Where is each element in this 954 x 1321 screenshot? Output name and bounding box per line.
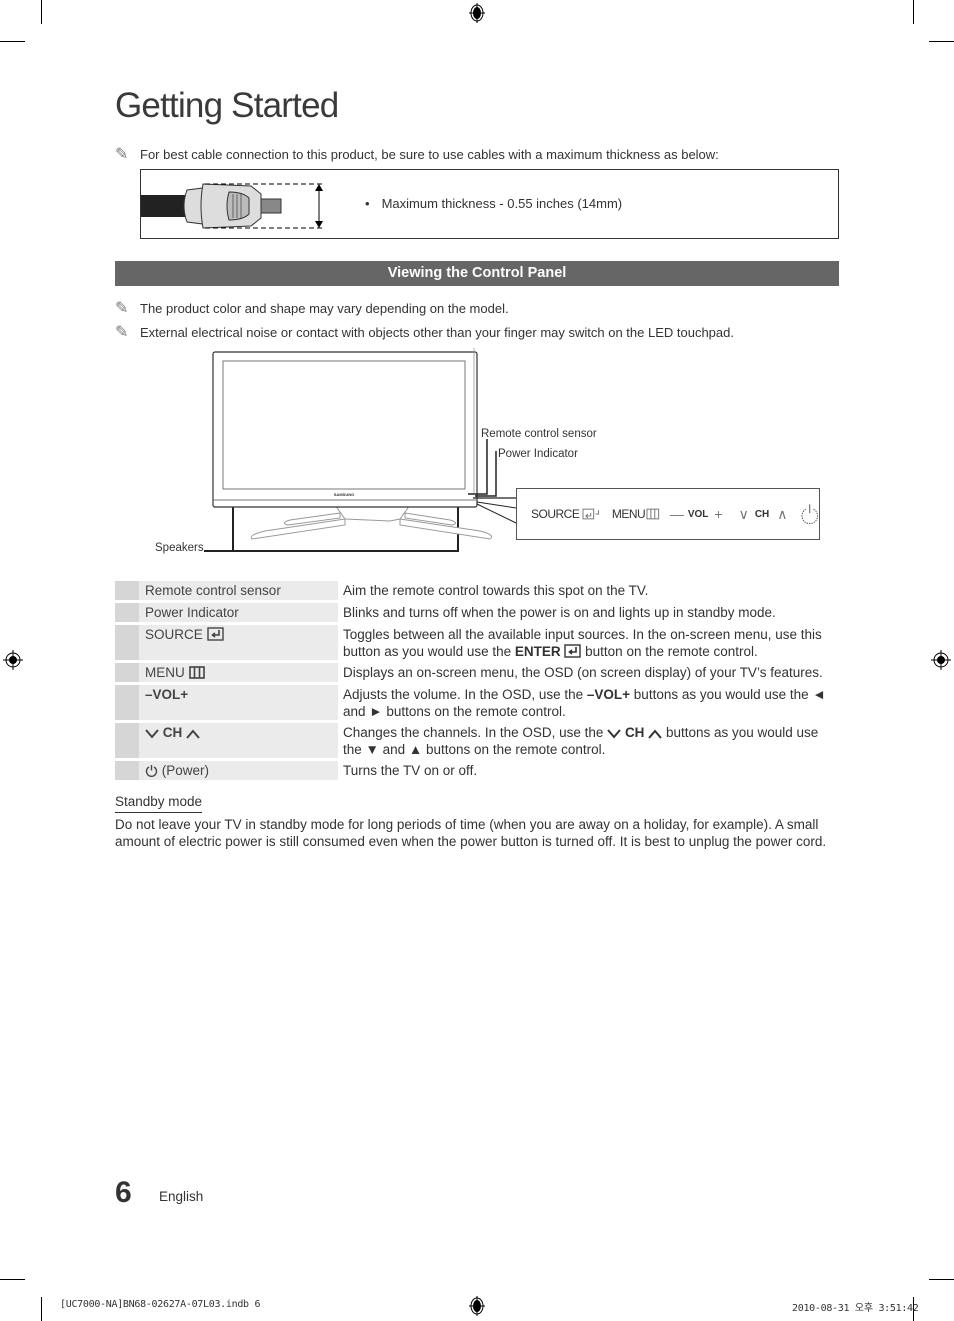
cable-note-text: For best cable connection to this produc… [140, 146, 719, 162]
control-name: MENU [139, 663, 338, 682]
print-slug-timestamp: 2010-08-31 오후 3:51:42 [792, 1303, 919, 1314]
callout-speakers: Speakers [155, 542, 204, 554]
enter-icon [564, 644, 582, 658]
cable-spec: • Maximum thickness - 0.55 inches (14mm) [365, 196, 623, 211]
page-language: English [159, 1189, 204, 1204]
control-desc: Toggles between all the available input … [343, 627, 822, 659]
tv-screen [222, 360, 466, 490]
enter-icon [206, 627, 224, 641]
hdmi-cable-icon [141, 183, 323, 229]
standby-text: Do not leave your TV in standby mode for… [115, 817, 827, 849]
cable-spec-text: Maximum thickness - 0.55 inches (14mm) [381, 196, 623, 211]
panel-menu-label: MENU [611, 507, 646, 521]
power-icon [801, 504, 818, 525]
table-row: –VOL+ Adjusts the volume. In the OSD, us… [115, 685, 839, 720]
note-pencil-icon: ✎ [115, 300, 129, 317]
cable-spec-box: • Maximum thickness - 0.55 inches (14mm) [140, 169, 839, 239]
print-slug-file: [UC7000-NA]BN68-02627A-07L03.indb 6 [60, 1299, 261, 1310]
crop-mark [0, 1279, 25, 1280]
tv-brand-logo: SAMSUNG [334, 492, 354, 497]
ch-down-icon [607, 729, 621, 739]
crop-mark [0, 41, 25, 42]
standby-heading: Standby mode [115, 794, 203, 813]
control-desc: Adjusts the volume. In the OSD, use the … [343, 687, 826, 719]
control-name: Power Indicator [139, 603, 338, 622]
page-title: Getting Started [115, 86, 339, 125]
table-row: Power Indicator Blinks and turns off whe… [115, 603, 839, 622]
control-desc: Aim the remote control towards this spot… [343, 583, 649, 598]
section-note: ✎ The product color and shape may vary d… [115, 300, 509, 317]
ch-up-icon: ∧ [777, 505, 788, 522]
panel-ch-label: CH [754, 508, 770, 520]
note-pencil-icon: ✎ [115, 146, 129, 163]
panel-source-label: SOURCE [531, 507, 580, 521]
section-note: ✎ External electrical noise or contact w… [115, 324, 734, 341]
table-row: CH Changes the channels. In the OSD, use… [115, 723, 839, 758]
page-number: 6 [115, 1176, 132, 1209]
control-desc: Changes the channels. In the OSD, use th… [343, 725, 819, 757]
menu-icon [188, 666, 205, 679]
control-name: (Power) [139, 761, 338, 780]
table-row: MENU Displays an on-screen menu, the OSD… [115, 663, 839, 682]
control-desc: Turns the TV on or off. [343, 763, 478, 778]
vol-plus-icon: + [714, 506, 723, 522]
ch-down-icon [145, 729, 159, 739]
control-name: –VOL+ [139, 685, 338, 720]
cable-note: ✎ For best cable connection to this prod… [115, 144, 719, 164]
crop-mark [41, 0, 42, 24]
control-desc: Blinks and turns off when the power is o… [343, 605, 776, 620]
table-row: (Power) Turns the TV on or off. [115, 761, 839, 780]
control-name: SOURCE [139, 625, 338, 660]
registration-mark-icon [931, 650, 951, 670]
registration-mark-icon [3, 650, 23, 670]
ch-up-icon [186, 729, 200, 739]
table-row: Remote control sensor Aim the remote con… [115, 581, 839, 600]
crop-mark [41, 1297, 42, 1321]
control-desc: Displays an on-screen menu, the OSD (on … [343, 665, 823, 680]
note-pencil-icon: ✎ [115, 324, 129, 341]
table-row: SOURCE Toggles between all the available… [115, 625, 839, 660]
ch-down-icon: ∨ [738, 505, 749, 522]
callout-power-indicator: Power Indicator [498, 448, 578, 460]
control-name: CH [139, 723, 338, 758]
control-name: Remote control sensor [139, 581, 338, 600]
vol-minus-icon: — [669, 506, 684, 522]
ch-up-icon [648, 729, 662, 739]
panel-vol-label: VOL [687, 508, 709, 520]
registration-mark-icon [469, 1296, 485, 1316]
callout-remote-sensor: Remote control sensor [481, 428, 597, 440]
power-icon [145, 765, 158, 777]
section-header: Viewing the Control Panel [115, 261, 839, 286]
controls-table: Remote control sensor Aim the remote con… [115, 581, 839, 783]
registration-mark-icon [469, 3, 485, 23]
control-panel-strip: SOURCE MENU — VOL + ∨ CH ∧ [516, 488, 820, 540]
crop-mark [929, 41, 954, 42]
menu-icon [646, 508, 660, 520]
crop-mark [929, 1279, 954, 1280]
source-enter-icon [582, 508, 600, 520]
crop-mark [913, 0, 914, 24]
